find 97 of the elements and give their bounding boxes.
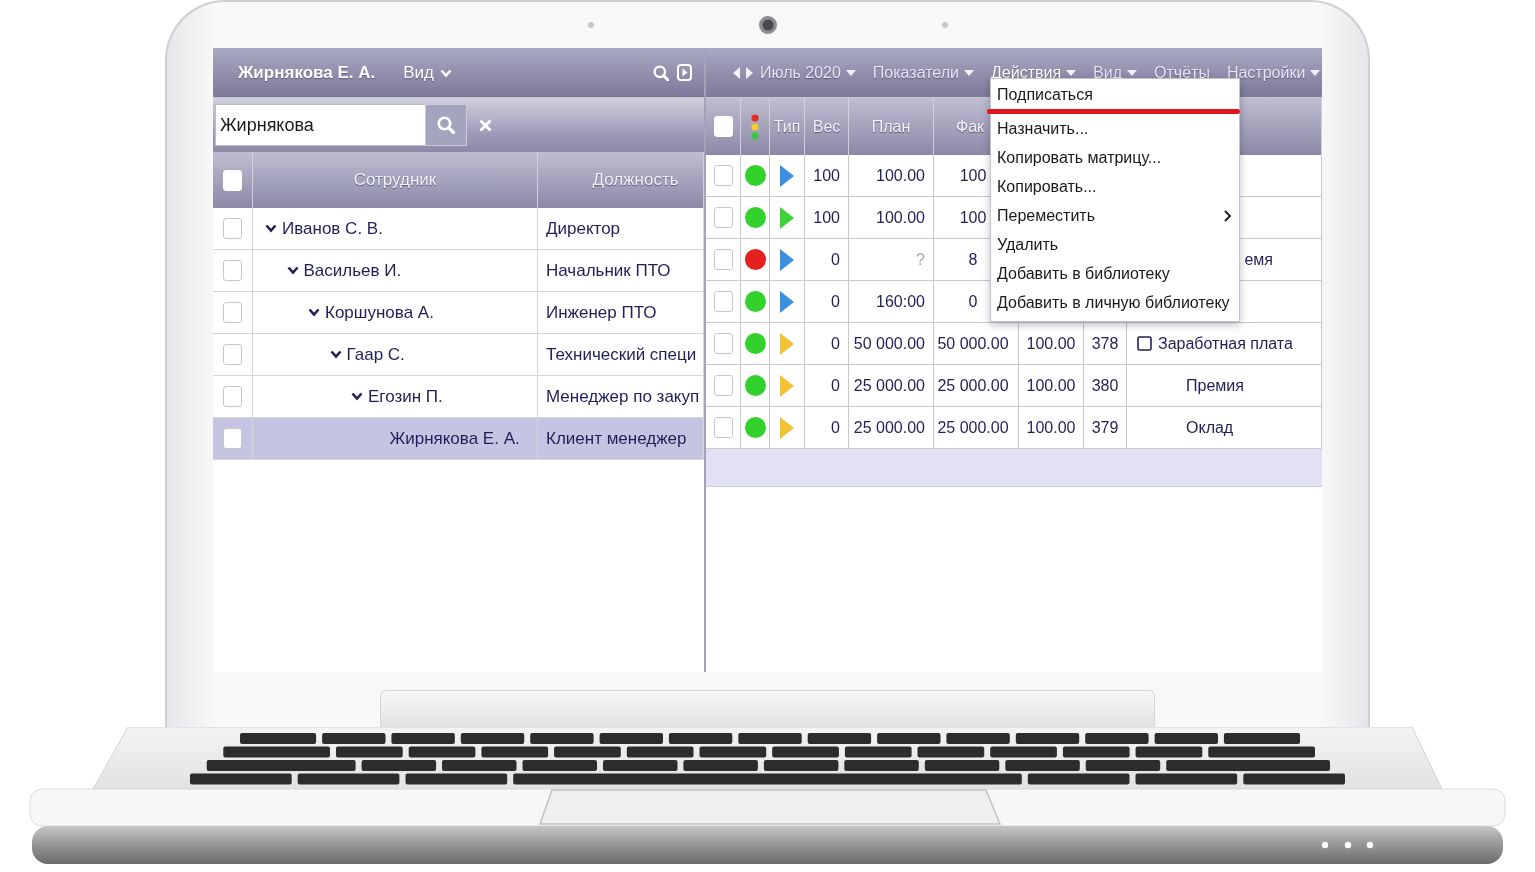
row-checkbox[interactable] xyxy=(713,375,733,396)
plan-value: 25 000.00 xyxy=(853,417,925,438)
row-checkbox[interactable] xyxy=(223,260,242,281)
plan-value: 25 000.00 xyxy=(853,375,925,396)
row-checkbox[interactable] xyxy=(713,417,733,438)
menu-item[interactable]: Назначить... xyxy=(991,114,1239,143)
column-header: Сотрудник xyxy=(353,169,437,192)
employee-row[interactable]: Егозин П. Менеджер по закуп xyxy=(213,376,704,418)
indicator-light-icon xyxy=(1366,841,1374,849)
plan-value: 160:00 xyxy=(876,291,925,312)
employee-row[interactable]: Васильев И. Начальник ПТО xyxy=(213,250,704,292)
fact-value: 100 xyxy=(959,165,987,186)
menu-item[interactable]: Копировать матрицу... xyxy=(991,143,1239,172)
weight-value: 0 xyxy=(831,333,840,354)
percent-value: 100.00 xyxy=(1026,375,1076,396)
search-icon xyxy=(437,116,455,134)
menu-item[interactable]: Переместить xyxy=(991,201,1239,230)
plan-value: 100.00 xyxy=(876,207,925,228)
row-checkbox[interactable] xyxy=(713,207,733,228)
percent-value: 100.00 xyxy=(1026,333,1076,354)
item-name: емя xyxy=(1244,249,1273,270)
search-icon xyxy=(653,64,669,81)
user-name: Жирнякова Е. А. xyxy=(238,61,376,84)
search-field[interactable]: Жирнякова xyxy=(215,104,425,146)
employee-name: Егозин П. xyxy=(368,385,443,408)
menu-item[interactable]: Подписаться xyxy=(991,80,1239,109)
weight-value: 0 xyxy=(831,417,840,438)
position-name: Директор xyxy=(546,217,621,240)
column-header: Вес xyxy=(812,116,841,137)
employee-name: Жирнякова Е. А. xyxy=(389,427,520,450)
fact-value: 0 xyxy=(968,291,978,312)
column-header: Должность xyxy=(592,169,679,192)
column-header: Фак xyxy=(956,116,985,137)
fact-value: 25 000.00 xyxy=(937,417,1009,438)
menu-item[interactable]: Добавить в библиотеку xyxy=(991,259,1239,288)
row-checkbox[interactable] xyxy=(713,291,733,312)
row-checkbox[interactable] xyxy=(223,344,242,365)
column-header: Тип xyxy=(773,116,801,137)
close-icon xyxy=(479,118,492,132)
row-checkbox[interactable] xyxy=(713,333,733,354)
search-button[interactable] xyxy=(653,64,669,81)
weight-value: 100 xyxy=(813,207,840,228)
weight-value: 0 xyxy=(831,375,840,396)
position-name: Начальник ПТО xyxy=(546,259,671,282)
search-submit-button[interactable] xyxy=(425,104,467,146)
row-checkbox[interactable] xyxy=(223,428,242,449)
triangle-left-icon xyxy=(733,66,740,79)
column-header: План xyxy=(871,116,911,137)
fact-value: 50 000.00 xyxy=(937,333,1009,354)
employee-name: Васильев И. xyxy=(303,259,402,282)
menu-item[interactable]: Копировать... xyxy=(991,172,1239,201)
item-name: Премия xyxy=(1186,375,1244,396)
employee-name: Иванов С. В. xyxy=(282,217,383,240)
percent-value: 100.00 xyxy=(1026,417,1076,438)
employee-row[interactable]: Гаар С. Технический специ xyxy=(213,334,704,376)
weight-value: 100 xyxy=(813,165,840,186)
traffic-light-icon xyxy=(751,113,759,140)
plan-value: 50 000.00 xyxy=(853,333,925,354)
employee-name: Коршунова А. xyxy=(325,301,434,324)
item-name: Заработная плата xyxy=(1158,333,1293,354)
weight-value: 0 xyxy=(831,291,840,312)
row-checkbox[interactable] xyxy=(223,302,242,323)
fact-value: 8 xyxy=(968,249,978,270)
select-all-checkbox[interactable] xyxy=(223,169,242,191)
chevron-down-icon xyxy=(440,68,452,77)
employee-row[interactable]: Коршунова А. Инженер ПТО xyxy=(213,292,704,334)
plan-value: ? xyxy=(916,249,925,270)
clear-button[interactable] xyxy=(479,118,492,132)
position-name: Технический специ xyxy=(546,343,697,366)
indicator-light-icon xyxy=(1344,841,1352,849)
row-checkbox[interactable] xyxy=(223,386,242,407)
position-name: Инженер ПТО xyxy=(546,301,657,324)
row-checkbox[interactable] xyxy=(713,249,733,270)
number-value: 380 xyxy=(1091,375,1119,396)
number-value: 378 xyxy=(1091,333,1119,354)
select-all-checkbox[interactable] xyxy=(713,116,733,137)
menu-item[interactable]: Добавить в личную библиотеку xyxy=(991,288,1239,317)
row-checkbox[interactable] xyxy=(713,165,733,186)
employee-name: Гаар С. xyxy=(346,343,405,366)
employee-row[interactable]: Жирнякова Е. А. Клиент менеджер xyxy=(213,418,704,460)
position-name: Клиент менеджер xyxy=(546,427,687,450)
indicator-light-icon xyxy=(1321,841,1329,849)
triangle-right-icon xyxy=(746,66,753,79)
panel-button[interactable] xyxy=(677,64,692,81)
camera-icon xyxy=(758,16,777,34)
number-value: 379 xyxy=(1091,417,1119,438)
row-checkbox[interactable] xyxy=(223,218,242,239)
lid-dot-icon xyxy=(941,22,948,28)
item-name: Оклад xyxy=(1186,417,1234,438)
position-name: Менеджер по закуп xyxy=(546,385,700,408)
weight-value: 0 xyxy=(831,249,840,270)
plan-value: 100.00 xyxy=(876,165,925,186)
employee-row[interactable]: Иванов С. В. Директор xyxy=(213,208,704,250)
menu-item[interactable]: Удалить xyxy=(991,230,1239,259)
fact-value: 25 000.00 xyxy=(937,375,1009,396)
fact-value: 100 xyxy=(959,207,987,228)
lid-dot-icon xyxy=(587,22,594,28)
